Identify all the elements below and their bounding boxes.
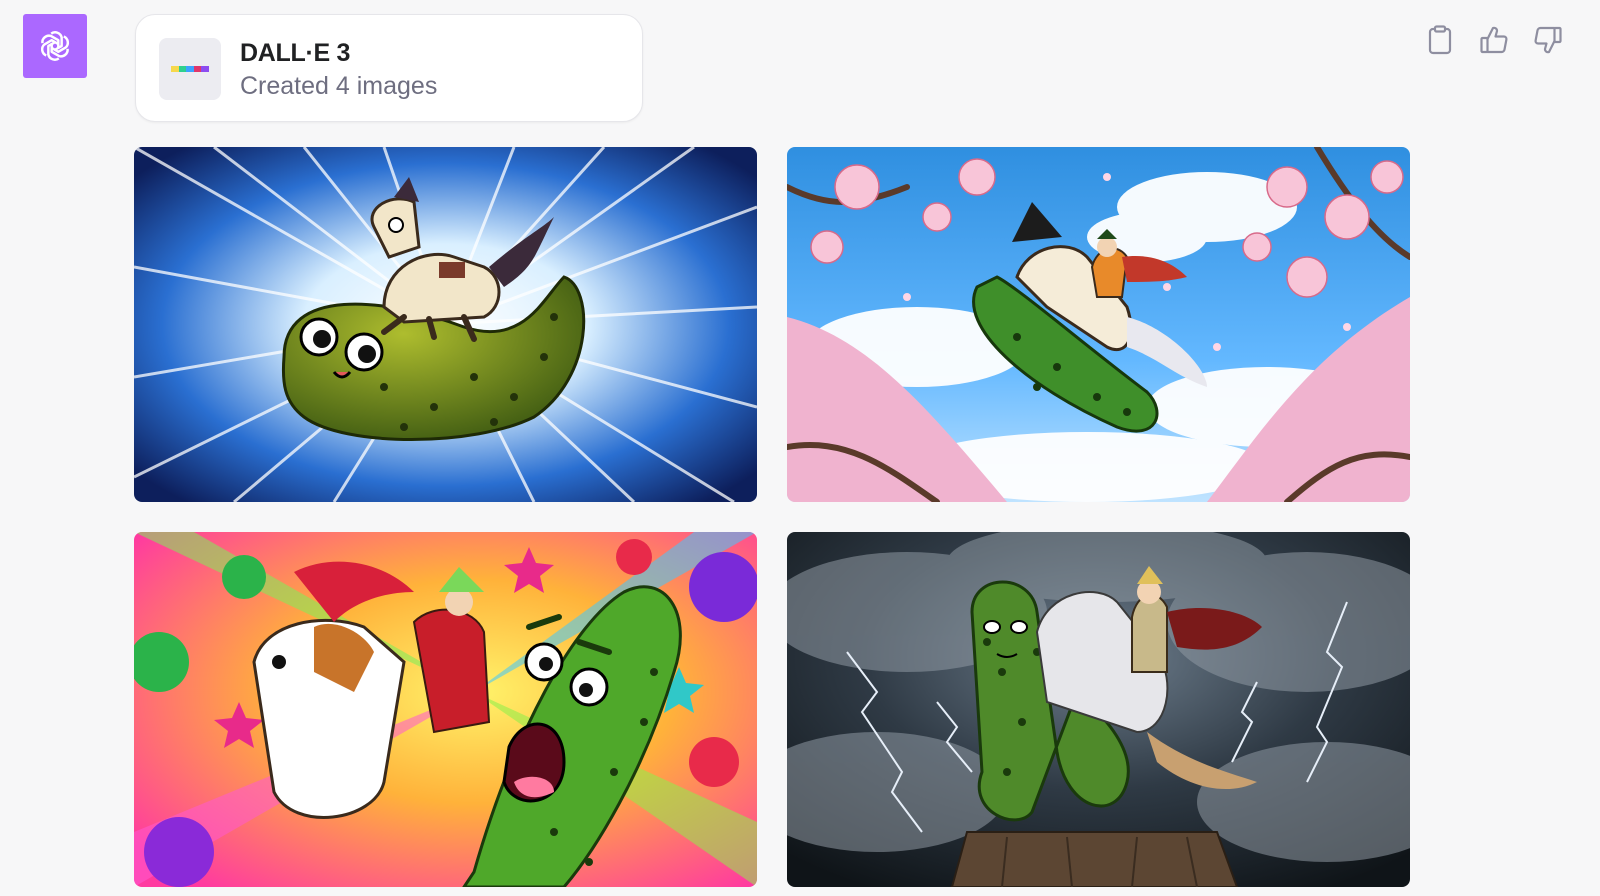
copy-button[interactable] — [1420, 20, 1460, 60]
generated-image-4[interactable] — [787, 532, 1410, 887]
thumbs-down-button[interactable] — [1528, 20, 1568, 60]
tool-status: Created 4 images — [240, 72, 438, 100]
generated-image-1[interactable] — [134, 147, 757, 502]
image-1-artwork — [134, 147, 757, 502]
assistant-avatar — [23, 14, 87, 78]
openai-logo-icon — [40, 31, 70, 61]
dalle-tool-card[interactable]: DALL·E 3 Created 4 images — [135, 14, 643, 122]
thumbs-down-icon — [1534, 26, 1562, 54]
image-2-artwork — [787, 147, 1410, 502]
image-4-artwork — [787, 532, 1410, 887]
generated-image-2[interactable] — [787, 147, 1410, 502]
chat-message: DALL·E 3 Created 4 images — [0, 0, 1600, 896]
message-actions — [1420, 20, 1568, 60]
image-3-artwork — [134, 532, 757, 887]
thumbs-up-icon — [1480, 26, 1508, 54]
copy-icon — [1428, 25, 1452, 55]
dalle-color-strip-icon — [159, 38, 221, 100]
generated-image-3[interactable] — [134, 532, 757, 887]
tool-name: DALL·E 3 — [240, 39, 351, 67]
thumbs-up-button[interactable] — [1474, 20, 1514, 60]
